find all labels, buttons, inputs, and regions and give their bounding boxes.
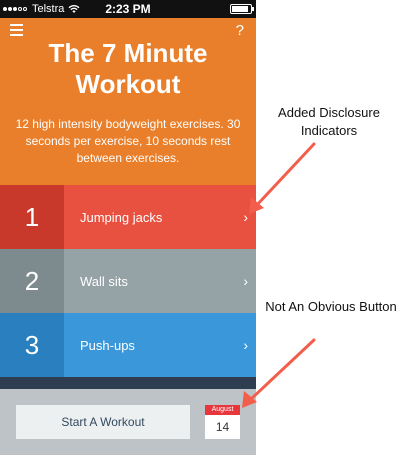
phone-screen: Telstra 2:23 PM ? The 7 Minute Workout 1… bbox=[0, 0, 256, 455]
calendar-day: 14 bbox=[215, 420, 230, 434]
help-icon[interactable]: ? bbox=[236, 22, 244, 39]
battery-level bbox=[232, 6, 249, 12]
calendar-month: August bbox=[205, 405, 240, 415]
bottom-bar: Start A Workout August 14 bbox=[0, 389, 256, 455]
status-bar: Telstra 2:23 PM bbox=[0, 0, 256, 18]
exercise-number: 1 bbox=[0, 185, 64, 249]
annotation-disclosure-indicators: Added Disclosure Indicators bbox=[278, 105, 380, 138]
annotation-not-obvious-button: Not An Obvious Button bbox=[265, 299, 397, 314]
start-workout-button[interactable]: Start A Workout bbox=[16, 405, 190, 439]
next-row-peek bbox=[0, 377, 256, 389]
exercise-name: Wall sits bbox=[80, 273, 128, 289]
exercise-row-push-ups[interactable]: 3 Push-ups › bbox=[0, 313, 256, 377]
exercise-row-wall-sits[interactable]: 2 Wall sits › bbox=[0, 249, 256, 313]
status-time: 2:23 PM bbox=[105, 2, 151, 16]
app-title: The 7 Minute Workout bbox=[48, 38, 208, 99]
calendar-button[interactable]: August 14 bbox=[205, 405, 240, 439]
exercise-number: 3 bbox=[0, 313, 64, 377]
workout-description: 12 high intensity bodyweight exercises. … bbox=[15, 117, 241, 165]
exercise-name: Push-ups bbox=[80, 337, 135, 353]
hamburger-menu-icon[interactable] bbox=[10, 24, 23, 36]
chevron-right-icon: › bbox=[243, 337, 248, 353]
chevron-right-icon: › bbox=[243, 273, 248, 289]
exercise-number: 2 bbox=[0, 249, 64, 313]
exercise-name: Jumping jacks bbox=[80, 209, 163, 225]
exercise-row-jumping-jacks[interactable]: 1 Jumping jacks › bbox=[0, 185, 256, 249]
arrow-to-chevron bbox=[249, 142, 316, 214]
chevron-right-icon: › bbox=[243, 209, 248, 225]
battery-icon bbox=[230, 4, 254, 14]
